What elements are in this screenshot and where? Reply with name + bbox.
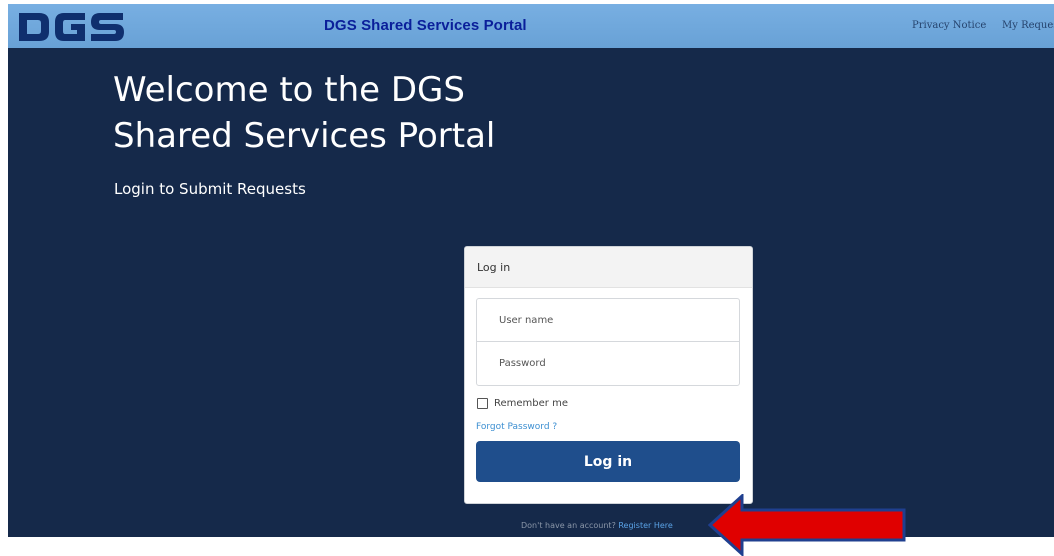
register-prompt: Don't have an account? Register Here [521,521,673,530]
remember-me-label: Remember me [494,398,568,409]
username-input[interactable] [477,299,739,342]
hero-section: Welcome to the DGS Shared Services Porta… [8,48,1054,537]
privacy-notice-link[interactable]: Privacy Notice [912,20,986,31]
register-prompt-text: Don't have an account? [521,521,616,530]
welcome-line-1: Welcome to the DGS [113,70,465,110]
forgot-password-link[interactable]: Forgot Password ? [476,422,557,432]
credentials-group [476,298,740,386]
portal-title: DGS Shared Services Portal [324,17,527,34]
login-card-header: Log in [465,247,752,288]
remember-me[interactable]: Remember me [477,398,568,409]
welcome-line-2: Shared Services Portal [113,116,496,156]
top-header: DGS Shared Services Portal Privacy Notic… [8,4,1054,48]
dgs-logo[interactable] [17,10,127,44]
login-button[interactable]: Log in [476,441,740,482]
password-input[interactable] [477,342,739,385]
remember-me-checkbox[interactable] [477,398,488,409]
red-arrow-icon [708,494,906,556]
login-card-title: Log in [477,261,511,274]
login-card: Log in Remember me Forgot Password ? Log… [464,246,753,504]
my-requests-link[interactable]: My Requests [1002,20,1054,31]
register-here-link[interactable]: Register Here [618,521,672,530]
welcome-heading: Welcome to the DGS Shared Services Porta… [113,67,613,159]
login-subtitle: Login to Submit Requests [114,180,306,198]
